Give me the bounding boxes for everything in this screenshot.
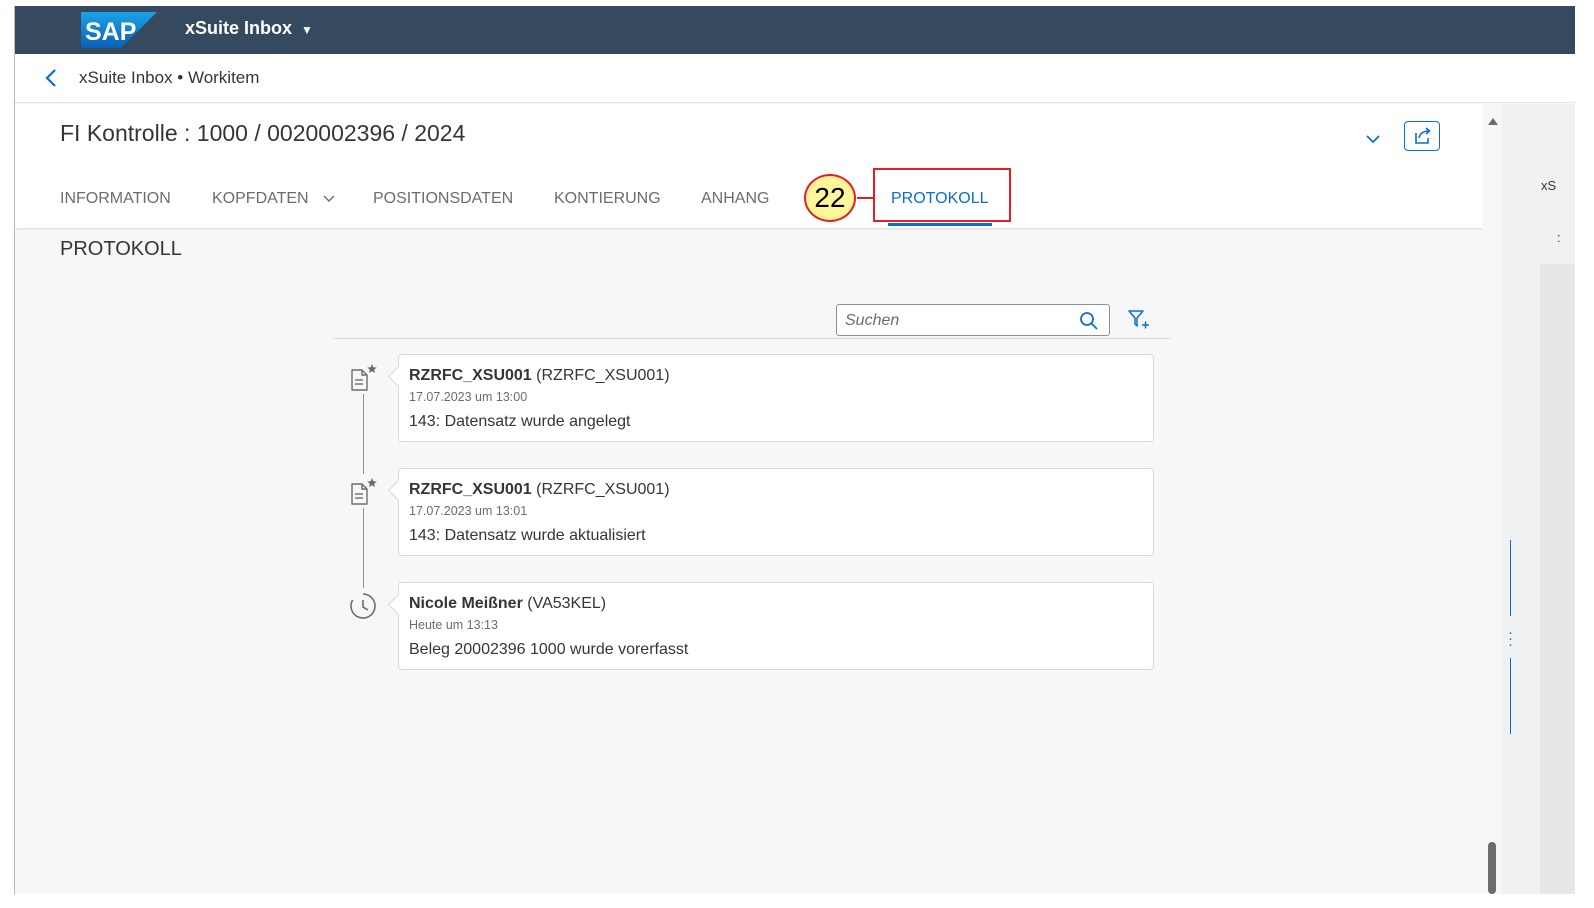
tab-label: INFORMATION — [60, 190, 171, 207]
entry-message: 143: Datensatz wurde aktualisiert — [409, 527, 646, 544]
entry-message: Beleg 20002396 1000 wurde vorerfasst — [409, 641, 689, 658]
breadcrumb: xSuite Inbox • Workitem — [79, 68, 260, 87]
callout-step-number: 22 — [804, 174, 856, 222]
entry-pointer — [387, 593, 410, 616]
object-page: FI Kontrolle : 1000 / 0020002396 / 2024 … — [15, 104, 1482, 894]
shell-bar: SAP xSuite Inbox ▼ — [15, 6, 1575, 54]
side-panel-content — [1540, 264, 1575, 894]
entry-author-id: (VA53KEL) — [527, 595, 607, 612]
entry-author: RZRFC_XSU001 (RZRFC_XSU001) — [409, 367, 670, 385]
side-panel-colon: : — [1557, 230, 1561, 245]
entry-pointer — [387, 479, 410, 502]
entry-date: Heute um 13:13 — [409, 618, 498, 632]
entry-author: Nicole Meißner (VA53KEL) — [409, 595, 606, 613]
app-title-text: xSuite Inbox — [185, 18, 293, 38]
entry-date: 17.07.2023 um 13:00 — [409, 390, 528, 404]
timeline-connector — [363, 394, 364, 474]
filter-add-icon[interactable] — [1127, 309, 1151, 331]
callout-highlight-box — [873, 168, 1011, 222]
entry-author-name: Nicole Meißner — [409, 595, 523, 612]
tab-anhang[interactable]: ANHANG — [701, 190, 769, 208]
tab-kontierung[interactable]: KONTIERUNG — [554, 190, 661, 208]
side-panel — [1502, 104, 1575, 894]
tab-label: POSITIONSDATEN — [373, 190, 514, 207]
tab-label: KOPFDATEN — [212, 190, 309, 207]
page-title: FI Kontrolle : 1000 / 0020002396 / 2024 — [60, 120, 466, 146]
timeline-entry: RZRFC_XSU001 (RZRFC_XSU001) 17.07.2023 u… — [387, 354, 1154, 442]
chevron-down-icon — [323, 195, 335, 202]
document-star-icon — [351, 364, 377, 391]
share-button[interactable] — [1404, 121, 1440, 151]
entry-author-id: (RZRFC_XSU001) — [536, 481, 670, 498]
tab-label: ANHANG — [701, 190, 770, 207]
section-title: PROTOKOLL — [60, 238, 182, 260]
splitter-line — [1510, 540, 1511, 616]
splitter-line — [1510, 658, 1511, 734]
sub-header-bar: xSuite Inbox • Workitem — [15, 54, 1575, 103]
tab-information[interactable]: INFORMATION — [60, 190, 171, 208]
entry-author-id: (RZRFC_XSU001) — [536, 367, 670, 384]
svg-text:SAP: SAP — [85, 18, 136, 46]
object-header: FI Kontrolle : 1000 / 0020002396 / 2024 … — [15, 104, 1482, 228]
vertical-scrollbar[interactable] — [1482, 104, 1502, 894]
entry-pointer — [387, 365, 410, 388]
scrollbar-thumb[interactable] — [1488, 842, 1496, 894]
tab-kopfdaten[interactable]: KOPFDATEN — [212, 190, 337, 208]
app-title-menu[interactable]: xSuite Inbox ▼ — [185, 18, 313, 39]
scroll-up-arrow-icon[interactable] — [1488, 118, 1498, 125]
tab-positionsdaten[interactable]: POSITIONSDATEN — [373, 190, 513, 208]
search-input[interactable] — [843, 307, 1069, 335]
timeline-entry: Nicole Meißner (VA53KEL) Heute um 13:13 … — [387, 582, 1154, 670]
caret-down-icon: ▼ — [301, 23, 313, 37]
timeline-entry: RZRFC_XSU001 (RZRFC_XSU001) 17.07.2023 u… — [387, 468, 1154, 556]
side-panel-label: xS — [1541, 178, 1557, 193]
entry-author-name: RZRFC_XSU001 — [409, 481, 532, 498]
back-arrow-icon[interactable] — [41, 64, 61, 92]
entry-date: 17.07.2023 um 13:01 — [409, 504, 528, 518]
share-icon — [1415, 127, 1431, 144]
entry-author-name: RZRFC_XSU001 — [409, 367, 532, 384]
tab-label: KONTIERUNG — [554, 190, 661, 207]
active-tab-indicator — [888, 223, 992, 226]
search-field[interactable] — [836, 304, 1110, 336]
search-icon[interactable] — [1079, 311, 1099, 331]
toolbar-divider — [334, 338, 1170, 339]
sap-logo[interactable]: SAP — [81, 12, 157, 48]
app-window: SAP xSuite Inbox ▼ xSuite Inbox • Workit… — [14, 6, 1575, 894]
entry-message: 143: Datensatz wurde angelegt — [409, 413, 631, 430]
document-star-icon — [351, 478, 377, 505]
chevron-down-icon[interactable] — [1361, 128, 1385, 148]
splitter-handle[interactable]: · · · — [1508, 625, 1513, 652]
callout-connector — [857, 197, 874, 199]
clock-icon — [350, 593, 376, 619]
entry-author: RZRFC_XSU001 (RZRFC_XSU001) — [409, 481, 670, 499]
timeline-connector — [363, 508, 364, 588]
